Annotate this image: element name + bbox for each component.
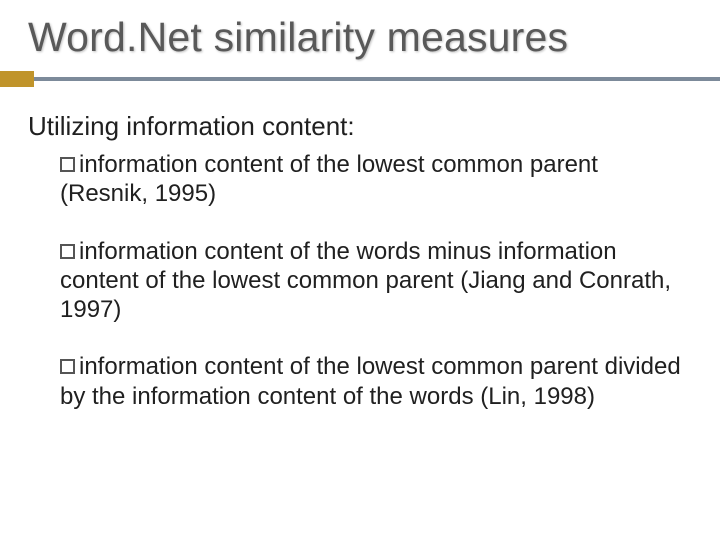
slide: Word.Net similarity measures Utilizing i… (0, 0, 720, 540)
bullet-list: information content of the lowest common… (28, 150, 692, 411)
bullet-text: information content of the lowest common… (60, 151, 598, 207)
accent-block (0, 71, 34, 87)
list-item: information content of the lowest common… (60, 352, 682, 411)
list-item: information content of the words minus i… (60, 237, 682, 325)
bullet-square-icon (60, 157, 75, 172)
title-underline (28, 71, 692, 87)
list-item: information content of the lowest common… (60, 150, 682, 209)
bullet-text: information content of the lowest common… (60, 353, 681, 409)
bullet-square-icon (60, 244, 75, 259)
bullet-square-icon (60, 359, 75, 374)
accent-bar (34, 77, 720, 81)
page-title: Word.Net similarity measures (28, 14, 692, 61)
section-heading: Utilizing information content: (28, 111, 692, 142)
bullet-text: information content of the words minus i… (60, 238, 671, 324)
